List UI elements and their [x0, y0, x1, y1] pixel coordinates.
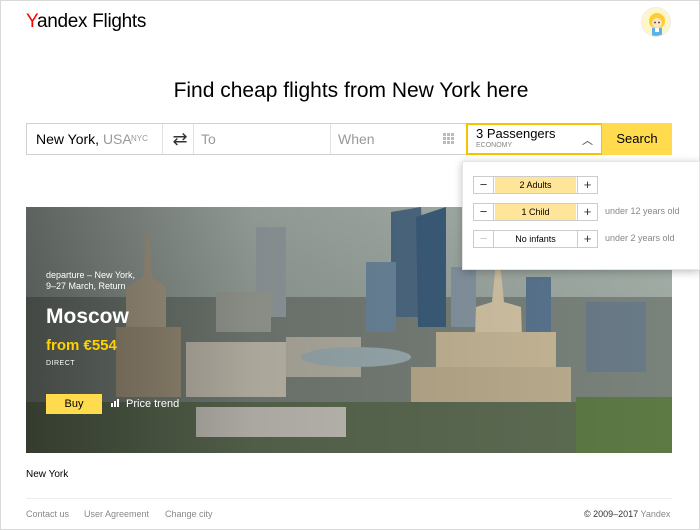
- cabin-class: ECONOMY: [476, 142, 513, 149]
- search-button[interactable]: Search: [602, 123, 672, 155]
- children-decrease-button[interactable]: −: [474, 204, 494, 220]
- offer-destination: Moscow: [46, 305, 129, 328]
- adults-value: 2 Adults: [495, 177, 576, 193]
- offer-price: from €554: [46, 337, 117, 354]
- swap-cities-icon[interactable]: ⇄: [169, 124, 191, 154]
- avatar-image: [649, 13, 665, 36]
- calendar-icon[interactable]: [443, 133, 455, 145]
- bar-chart-icon: [111, 399, 121, 407]
- change-city-link[interactable]: Change city: [165, 509, 213, 519]
- logo-brand-initial: Y: [26, 11, 37, 32]
- page-headline: Find cheap flights from New York here: [173, 79, 529, 102]
- user-agreement-link[interactable]: User Agreement: [84, 509, 149, 519]
- adults-decrease-button[interactable]: −: [474, 177, 494, 193]
- origin-value-country: USA: [102, 131, 132, 147]
- copyright-brand[interactable]: Yandex: [641, 509, 671, 519]
- field-divider: [330, 124, 331, 154]
- user-avatar[interactable]: [641, 7, 671, 37]
- copyright-years: © 2009–2017: [584, 509, 639, 519]
- passengers-count: 3 Passengers: [476, 126, 556, 141]
- logo-product: Flights: [92, 11, 147, 32]
- infants-stepper: − No infants +: [473, 230, 598, 248]
- destination-field[interactable]: To: [201, 124, 331, 154]
- adults-increase-button[interactable]: +: [577, 177, 597, 193]
- field-divider: [162, 124, 163, 154]
- footer-divider: [26, 498, 672, 499]
- field-divider: [193, 124, 194, 154]
- origin-value: New York,: [36, 131, 103, 147]
- children-stepper: − 1 Child +: [473, 203, 598, 221]
- date-field[interactable]: When: [338, 124, 438, 154]
- buy-button[interactable]: Buy: [46, 394, 102, 414]
- children-increase-button[interactable]: +: [577, 204, 597, 220]
- infants-value: No infants: [515, 234, 556, 244]
- infants-increase-button[interactable]: +: [577, 231, 597, 247]
- price-trend-button[interactable]: Price trend: [106, 394, 188, 414]
- origin-code: NYC: [131, 134, 148, 143]
- flight-search-bar: New York, USA NYC ⇄ To When 3 Passengers…: [26, 123, 603, 155]
- contact-us-link[interactable]: Contact us: [26, 509, 69, 519]
- origin-city-label: New York: [26, 469, 69, 480]
- price-trend-label: Price trend: [126, 398, 180, 410]
- children-value: 1 Child: [495, 204, 576, 220]
- chevron-up-icon: ︿: [582, 135, 593, 147]
- adults-stepper: − 2 Adults +: [473, 176, 598, 194]
- offer-departure-line2: 9–27 March, Return: [46, 281, 126, 291]
- passengers-selector[interactable]: 3 Passengers ECONOMY ︿: [466, 123, 603, 155]
- passengers-dropdown: − 2 Adults + − 1 Child + under 12 years …: [462, 161, 700, 270]
- copyright: © 2009–2017 Yandex: [584, 509, 670, 519]
- logo-brand-rest: andex: [36, 11, 88, 32]
- offer-departure-info: departure – New York, 9–27 March, Return: [46, 270, 176, 292]
- yandex-flights-logo[interactable]: Yandex Flights: [26, 11, 146, 33]
- children-age-note: under 12 years old: [605, 206, 680, 216]
- infants-decrease-button[interactable]: −: [474, 231, 494, 247]
- offer-direct-badge: DIRECT: [46, 360, 76, 367]
- infants-age-note: under 2 years old: [605, 233, 675, 243]
- offer-departure-line1: departure – New York,: [46, 270, 136, 280]
